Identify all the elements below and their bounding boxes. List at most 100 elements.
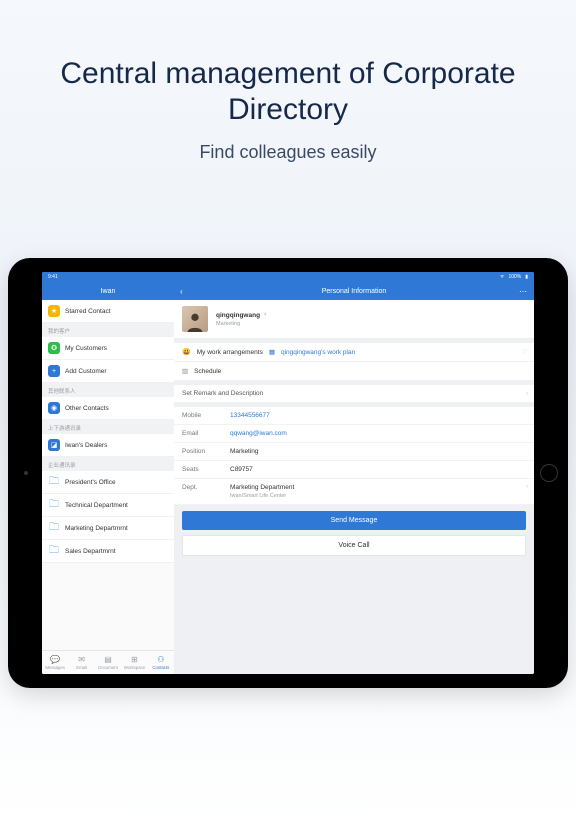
workspace-icon: ⊞ <box>131 656 138 664</box>
sidebar-item-label: Iwan's Dealers <box>65 442 107 449</box>
sidebar-header: Iwan <box>42 282 174 300</box>
contacts-tab-icon: ⚇ <box>157 656 164 664</box>
emoji-icon: 😃 <box>182 348 191 356</box>
section-label-customers: 我的客户 <box>42 323 174 337</box>
tab-label: Contacts <box>152 665 169 670</box>
field-label: Position <box>182 448 224 455</box>
sidebar-item-label: President's Office <box>65 479 116 486</box>
ipad-frame: 9:41 ᯤ 100% ▮ Iwan ‹ Personal Informatio… <box>8 258 568 688</box>
section-label-other: 其他联系人 <box>42 383 174 397</box>
heart-icon[interactable]: ♡ <box>522 348 528 356</box>
promo-title: Central management of Corporate Director… <box>0 56 576 128</box>
add-customer-icon: + <box>48 365 60 377</box>
sidebar-item-label: Starred Contact <box>65 308 111 315</box>
document-icon: ▤ <box>104 656 112 664</box>
battery-text: 100% <box>508 274 521 280</box>
tab-workspace[interactable]: ⊞ Workspace <box>121 651 147 674</box>
sidebar-item-my-customers[interactable]: ✪ My Customers <box>42 337 174 360</box>
remark-label: Set Remark and Description <box>182 390 263 397</box>
sidebar-item-starred[interactable]: ★ Starred Contact <box>42 300 174 323</box>
field-label: Seats <box>182 466 224 473</box>
folder-icon: 🗀 <box>48 499 60 511</box>
email-value[interactable]: qqwang@iwan.com <box>230 430 287 437</box>
email-row[interactable]: Email qqwang@iwan.com <box>174 425 534 443</box>
status-time: 9:41 <box>48 274 58 280</box>
tab-contacts[interactable]: ⚇ Contacts <box>148 651 174 674</box>
voice-call-button[interactable]: Voice Call <box>182 535 526 556</box>
tab-label: Workspace <box>124 665 145 670</box>
sidebar-item-label: Marketing Departmrnt <box>65 525 128 532</box>
position-row: Position Marketing <box>174 443 534 461</box>
schedule-row[interactable]: ▥ Schedule <box>174 362 534 381</box>
detail-header: ‹ Personal Information ⋯ <box>174 282 534 300</box>
status-bar: 9:41 ᯤ 100% ▮ <box>42 272 534 282</box>
contact-name: qingqingwang <box>216 312 260 319</box>
work-arrangements-row[interactable]: 😃 My work arrangements ▦ qingqingwang's … <box>174 343 534 362</box>
tab-email[interactable]: ✉ Email <box>68 651 94 674</box>
remark-row[interactable]: Set Remark and Description › <box>174 385 534 403</box>
email-icon: ✉ <box>78 656 85 664</box>
contacts-sidebar: ★ Starred Contact 我的客户 ✪ My Customers + … <box>42 300 174 674</box>
section-label-updown: 上下游通讯录 <box>42 420 174 434</box>
send-message-button[interactable]: Send Message <box>182 511 526 530</box>
promo-subtitle: Find colleagues easily <box>0 142 576 163</box>
field-label: Email <box>182 430 224 437</box>
profile-header: qingqingwang ♀ Marketing <box>174 300 534 339</box>
mobile-row[interactable]: Mobile 13344556677 <box>174 407 534 425</box>
sidebar-item-label: My Customers <box>65 345 107 352</box>
tab-label: Messages <box>45 665 65 670</box>
tab-messages[interactable]: 💬 Messages <box>42 651 68 674</box>
tab-label: Email <box>76 665 87 670</box>
position-value: Marketing <box>230 448 259 455</box>
sidebar-item-label: Other Contacts <box>65 405 109 412</box>
field-label: Dept. <box>182 484 224 491</box>
sidebar-item-technical[interactable]: 🗀 Technical Department <box>42 494 174 517</box>
bottom-tab-bar: 💬 Messages ✉ Email ▤ Document ⊞ Workspac… <box>42 650 174 674</box>
contact-subtitle: Marketing <box>216 321 268 327</box>
gender-icon: ♀ <box>263 312 268 318</box>
contact-detail-panel: qingqingwang ♀ Marketing 😃 My work arran… <box>174 300 534 674</box>
seats-value: C89757 <box>230 466 253 473</box>
sidebar-title: Iwan <box>101 288 116 295</box>
tab-document[interactable]: ▤ Document <box>95 651 121 674</box>
seats-row: Seats C89757 <box>174 461 534 479</box>
signature-link[interactable]: qingqingwang's work plan <box>281 349 355 356</box>
field-label: Mobile <box>182 412 224 419</box>
sidebar-item-add-customer[interactable]: + Add Customer <box>42 360 174 383</box>
messages-icon: 💬 <box>50 656 60 664</box>
section-label-corp: 企业通讯录 <box>42 457 174 471</box>
sidebar-item-label: Technical Department <box>65 502 128 509</box>
mobile-value[interactable]: 13344556677 <box>230 412 270 419</box>
wechat-icon: ✪ <box>48 342 60 354</box>
dept-row[interactable]: Dept. Marketing Department Iwan/Smart Li… <box>174 479 534 505</box>
sidebar-item-other-contacts[interactable]: ◉ Other Contacts <box>42 397 174 420</box>
more-icon[interactable]: ⋯ <box>519 287 528 296</box>
back-icon[interactable]: ‹ <box>180 287 183 296</box>
home-button-icon <box>540 464 558 482</box>
detail-title: Personal Information <box>322 288 387 295</box>
tablet-screen: 9:41 ᯤ 100% ▮ Iwan ‹ Personal Informatio… <box>42 272 534 674</box>
camera-dot-icon <box>24 471 28 475</box>
sidebar-item-label: Sales Departmrnt <box>65 548 116 555</box>
folder-icon: 🗀 <box>48 522 60 534</box>
chevron-right-icon: › <box>526 484 528 490</box>
calendar-icon: ▥ <box>182 367 188 375</box>
contacts-icon: ◉ <box>48 402 60 414</box>
signature-prefix: My work arrangements <box>197 349 263 356</box>
sidebar-item-president[interactable]: 🗀 President's Office <box>42 471 174 494</box>
star-icon: ★ <box>48 305 60 317</box>
sidebar-item-marketing[interactable]: 🗀 Marketing Departmrnt <box>42 517 174 540</box>
wifi-icon: ᯤ <box>500 274 505 280</box>
folder-icon: 🗀 <box>48 476 60 488</box>
dept-value: Marketing Department <box>230 484 294 491</box>
tab-label: Document <box>98 665 118 670</box>
dept-path: Iwan/Smart Life Center <box>230 493 294 499</box>
folder-icon: 🗀 <box>48 545 60 557</box>
sidebar-item-label: Add Customer <box>65 368 107 375</box>
schedule-label: Schedule <box>194 368 221 375</box>
sidebar-item-dealers[interactable]: ◪ Iwan's Dealers <box>42 434 174 457</box>
battery-icon: ▮ <box>525 274 528 280</box>
doc-icon: ▦ <box>269 348 275 356</box>
avatar[interactable] <box>182 306 208 332</box>
sidebar-item-sales[interactable]: 🗀 Sales Departmrnt <box>42 540 174 563</box>
